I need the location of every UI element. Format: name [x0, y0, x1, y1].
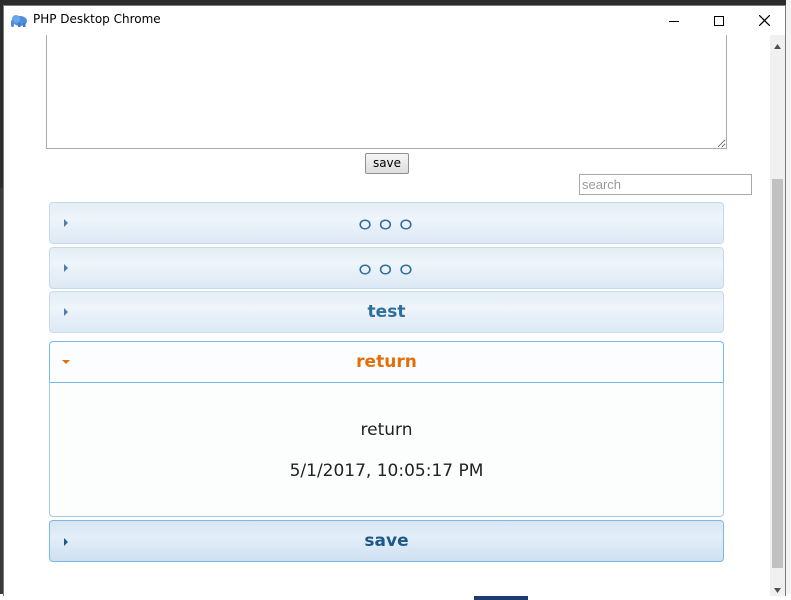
search-input[interactable] [579, 174, 752, 195]
close-button[interactable] [741, 6, 787, 35]
vertical-scrollbar[interactable] [770, 35, 785, 596]
accordion-panel-return: return 5/1/2017, 10:05:17 PM [49, 382, 724, 517]
minimize-icon [669, 11, 679, 30]
scroll-down-button[interactable] [770, 579, 785, 596]
window-title: PHP Desktop Chrome [33, 12, 161, 26]
accordion-label: ㅇㅇㅇ [355, 258, 418, 282]
arrow-down-icon [774, 578, 781, 597]
accordion-header-return[interactable]: return [49, 341, 724, 383]
accordion-header-test[interactable]: test [49, 291, 724, 333]
accordion-label: ㅇㅇㅇ [355, 213, 418, 237]
title-bar[interactable]: PHP Desktop Chrome [4, 6, 785, 35]
close-icon [758, 11, 770, 30]
app-window: PHP Desktop Chrome save ㅇㅇㅇ ㅇㅇㅇ test re [3, 5, 786, 596]
maximize-button[interactable] [696, 6, 742, 35]
scroll-thumb[interactable] [772, 179, 783, 568]
entry-timestamp: 5/1/2017, 10:05:17 PM [289, 461, 484, 481]
scroll-up-button[interactable] [770, 35, 785, 52]
minimize-button[interactable] [651, 6, 697, 35]
maximize-icon [714, 11, 724, 30]
entry-text: return [360, 420, 413, 440]
accordion-header-2[interactable]: ㅇㅇㅇ [49, 247, 724, 289]
note-textarea[interactable] [46, 35, 727, 149]
elephant-icon [10, 13, 28, 27]
accordion-label: test [367, 302, 406, 322]
accordion-label: save [364, 531, 409, 551]
accordion-header-save[interactable]: save [49, 520, 724, 562]
accordion-header-1[interactable]: ㅇㅇㅇ [49, 202, 724, 244]
accordion-label: return [356, 352, 417, 372]
desktop-background-right [786, 0, 791, 600]
arrow-up-icon [774, 34, 781, 53]
page-content: save ㅇㅇㅇ ㅇㅇㅇ test return return 5/1/2017… [4, 35, 770, 596]
save-button[interactable]: save [365, 153, 409, 174]
